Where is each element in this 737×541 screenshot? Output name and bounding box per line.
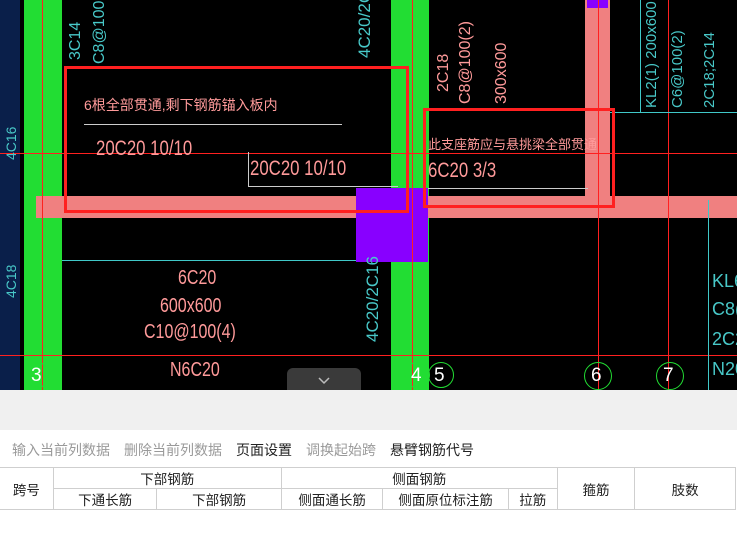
right-edge-1: KL6: [712, 271, 737, 291]
label-kl2: KL2(1) 200x600: [643, 1, 660, 108]
cantilever-rebar-code-button[interactable]: 悬臂钢筋代号: [390, 440, 474, 460]
delete-column-data-button[interactable]: 删除当前列数据: [124, 440, 222, 460]
label-c6: C6@100(2): [669, 30, 686, 108]
cad-canvas[interactable]: 6根全部贯通,剩下钢筋锚入板内 20C20 10/10 20C20 10/10 …: [0, 0, 737, 390]
axis-label-7: 7: [663, 365, 674, 386]
th-tie-bar[interactable]: 拉筋: [507, 488, 558, 510]
col-info-4: N6C20: [170, 359, 220, 381]
th-limb[interactable]: 肢数: [634, 467, 736, 510]
label-c8-left: C8@100(2): [91, 0, 108, 64]
th-side-long[interactable]: 侧面通长筋: [280, 488, 384, 510]
right-edge-2: C8(: [712, 299, 737, 319]
cyan-line-v2: [640, 0, 641, 112]
label-4c20-low: 4C20/2C16: [363, 255, 382, 342]
note-right-rebar: 6C20 3/3: [428, 159, 497, 182]
swap-start-span-button[interactable]: 调换起始跨: [306, 440, 376, 460]
panel-toolbar: 输入当前列数据 删除当前列数据 页面设置 调换起始跨 悬臂钢筋代号: [12, 440, 474, 460]
label-2c18-2c14: 2C18;2C14: [701, 32, 718, 108]
label-4c18: 4C18: [3, 264, 19, 298]
panel-header-strip: [0, 390, 737, 430]
note-left-rebar1: 20C20 10/10: [96, 137, 193, 160]
col-info-2: 600x600: [160, 295, 222, 317]
cyan-line-v1: [708, 200, 709, 390]
input-column-data-button[interactable]: 输入当前列数据: [12, 440, 110, 460]
label-4c20-top: 4C20/2C1: [355, 0, 374, 58]
cyan-line-h1: [62, 260, 356, 261]
th-bottom-bars[interactable]: 下部钢筋: [156, 488, 282, 510]
rebar-table: 跨号 下部钢筋 侧面钢筋 箍筋 肢数 下通长筋 下部钢筋 侧面通长筋 侧面原位标…: [0, 467, 736, 510]
label-c8-mid: C8@100(2): [457, 21, 474, 104]
th-bottom-rebar[interactable]: 下部钢筋: [52, 467, 282, 489]
red-line-v2: [412, 0, 413, 390]
col-info-3: C10@100(4): [144, 321, 236, 343]
axis-label-4: 4: [411, 365, 422, 386]
note-left-block: 6根全部贯通,剩下钢筋锚入板内: [84, 97, 278, 113]
label-4c16: 4C16: [3, 126, 19, 160]
th-stirrup[interactable]: 箍筋: [556, 467, 636, 510]
chevron-down-icon: [318, 377, 330, 385]
th-side-orig[interactable]: 侧面原位标注筋: [382, 488, 509, 510]
right-edge-3: 2C2: [712, 329, 737, 349]
selection-box-right: [423, 108, 615, 208]
note-right-block: 此支座筋应与悬挑梁全部贯通: [428, 137, 598, 152]
col-info-1: 6C20: [178, 267, 217, 289]
right-edge-4: N20: [712, 359, 737, 379]
bottom-panel: 输入当前列数据 删除当前列数据 页面设置 调换起始跨 悬臂钢筋代号 跨号 下部钢…: [0, 390, 737, 541]
note-left-rebar2: 20C20 10/10: [250, 157, 347, 180]
red-line-h2: [0, 355, 737, 356]
axis-label-3: 3: [31, 365, 42, 386]
collapse-panel-button[interactable]: [287, 368, 361, 392]
column-inner-strip: [0, 0, 20, 390]
red-line-v1: [42, 0, 43, 390]
axis-label-6: 6: [591, 365, 602, 386]
page-settings-button[interactable]: 页面设置: [236, 440, 292, 460]
label-300x600: 300x600: [493, 42, 510, 104]
label-3c14: 3C14: [67, 21, 84, 60]
cyan-line-h2: [610, 112, 737, 113]
label-2c18: 2C18: [435, 53, 452, 92]
th-side-rebar[interactable]: 侧面钢筋: [280, 467, 558, 489]
th-span-no[interactable]: 跨号: [0, 467, 54, 510]
axis-label-5: 5: [434, 365, 445, 386]
th-bottom-long[interactable]: 下通长筋: [52, 488, 158, 510]
green-column-left: [24, 0, 62, 390]
